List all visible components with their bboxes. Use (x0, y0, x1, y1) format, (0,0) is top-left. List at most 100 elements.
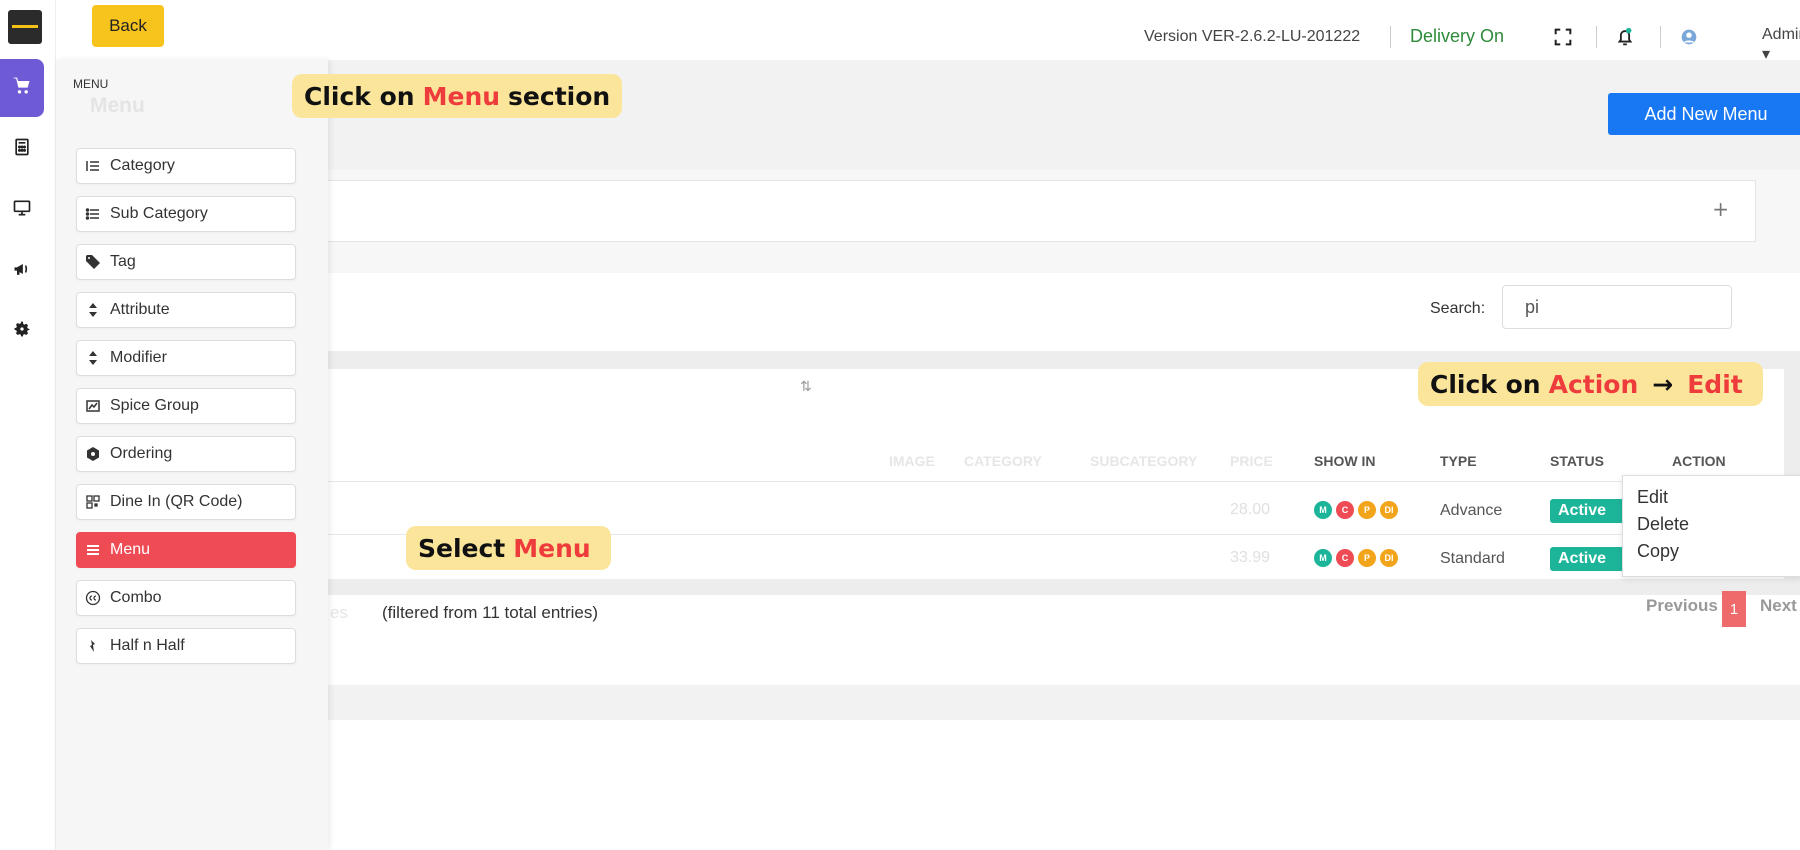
action-delete[interactable]: Delete (1623, 511, 1800, 538)
divider (1390, 26, 1391, 48)
callout-action-edit: Click on Action → Edit (1418, 362, 1763, 406)
column-header[interactable]: SUBCATEGORY (1090, 453, 1197, 469)
price-cell: 33.99 (1230, 549, 1271, 566)
show-in-badge: C (1336, 549, 1354, 567)
version-label: Version VER-2.6.2-LU-201222 (1144, 28, 1361, 45)
admin-label: Admin (1762, 26, 1800, 43)
submenu-label: Ordering (110, 445, 173, 462)
divider (1596, 26, 1597, 48)
pager-next[interactable]: Next (1760, 596, 1797, 616)
rail-cart[interactable] (0, 59, 44, 117)
monitor-icon (12, 198, 32, 222)
cart-icon (12, 76, 32, 100)
action-copy[interactable]: Copy (1623, 538, 1800, 565)
pager-page[interactable]: 1 (1722, 591, 1746, 627)
sort-icon[interactable]: ⇅ (800, 379, 812, 395)
menu-submenu-panel: MENU Menu Category Sub Category Tag Attr… (56, 60, 328, 850)
show-in-badge: P (1358, 501, 1376, 519)
submenu-item-tag[interactable]: Tag (76, 244, 296, 280)
show-in-badge: DI (1380, 501, 1398, 519)
show-in-badge: P (1358, 549, 1376, 567)
rail-settings[interactable] (0, 302, 44, 360)
action-edit[interactable]: Edit (1623, 484, 1800, 511)
panel-heading: MENU (73, 77, 109, 91)
icon-rail (0, 0, 56, 850)
top-bar: Back Version VER-2.6.2-LU-201222 Deliver… (56, 0, 1800, 63)
price-cell: 28.00 (1230, 501, 1271, 518)
column-header[interactable]: STATUS (1550, 453, 1604, 469)
submenu-label: Dine In (QR Code) (110, 493, 243, 510)
show-in-badge: C (1336, 501, 1354, 519)
submenu-item-modifier[interactable]: Modifier (76, 340, 296, 376)
callout-text: Select (418, 533, 506, 563)
filter-accordion[interactable]: + (326, 180, 1756, 242)
show-in-badges: M C P DI (1314, 549, 1398, 567)
divider (1660, 26, 1661, 48)
action-dropdown: Edit Delete Copy (1622, 475, 1800, 577)
submenu-item-sub-category[interactable]: Sub Category (76, 196, 296, 232)
column-header[interactable]: SHOW IN (1314, 453, 1375, 469)
fullscreen-icon[interactable] (1552, 26, 1574, 48)
submenu-item-category[interactable]: Category (76, 148, 296, 184)
column-header[interactable]: IMAGE (889, 453, 935, 469)
submenu-item-half-n-half[interactable]: Half n Half (76, 628, 296, 664)
hamburger-icon (85, 542, 101, 558)
submenu-label: Spice Group (110, 397, 199, 414)
subcategory-list-icon (85, 206, 101, 222)
calculator-icon (12, 137, 32, 161)
qr-code-icon (85, 494, 101, 510)
avatar-icon[interactable] (1678, 26, 1700, 48)
delivery-status[interactable]: Delivery On (1410, 26, 1504, 47)
submenu-item-combo[interactable]: Combo (76, 580, 296, 616)
admin-menu[interactable]: Admin ▾ (1762, 26, 1800, 64)
rail-calculator[interactable] (0, 120, 44, 178)
type-cell: Advance (1440, 502, 1503, 519)
submenu-label: Combo (110, 589, 162, 606)
sort-icon (85, 302, 101, 318)
show-in-badge: M (1314, 501, 1332, 519)
callout-highlight: Menu (422, 81, 501, 111)
spice-icon (85, 398, 101, 414)
submenu-item-menu[interactable]: Menu (76, 532, 296, 568)
panel-ghost-title: Menu (90, 94, 145, 117)
table-info: (filtered from 11 total entries) (382, 603, 599, 622)
callout-highlight: Action (1548, 369, 1639, 399)
back-button[interactable]: Back (92, 5, 164, 47)
showing-prefix: es (330, 603, 348, 622)
tag-icon (85, 254, 101, 270)
combo-icon (85, 590, 101, 606)
add-new-menu-button[interactable]: Add New Menu (1608, 93, 1800, 135)
type-cell: Standard (1440, 550, 1505, 567)
plus-icon[interactable]: + (1712, 197, 1729, 221)
submenu-item-attribute[interactable]: Attribute (76, 292, 296, 328)
callout-highlight: Edit (1687, 369, 1743, 399)
callout-menu-section: Click on Menu section (292, 74, 623, 118)
callout-text: Click on (304, 81, 415, 111)
gear-icon (12, 319, 32, 343)
bell-icon[interactable] (1614, 26, 1636, 48)
submenu-label: Attribute (110, 301, 170, 318)
rail-monitor[interactable] (0, 181, 44, 239)
column-header[interactable]: ACTION (1672, 453, 1726, 469)
search-input[interactable] (1502, 285, 1732, 329)
submenu-label: Category (110, 157, 175, 174)
submenu-item-spice-group[interactable]: Spice Group (76, 388, 296, 424)
submenu-label: Modifier (110, 349, 167, 366)
category-list-icon (85, 158, 101, 174)
rail-megaphone[interactable] (0, 242, 44, 300)
submenu-label: Menu (110, 541, 151, 558)
callout-select-menu: Select Menu (406, 526, 611, 570)
arrow-right-icon: → (1652, 369, 1674, 399)
column-header[interactable]: TYPE (1440, 453, 1477, 469)
column-header[interactable]: PRICE (1230, 453, 1273, 469)
column-header[interactable]: CATEGORY (964, 453, 1042, 469)
submenu-item-ordering[interactable]: Ordering (76, 436, 296, 472)
submenu-label: Half n Half (110, 637, 185, 654)
show-in-badges: M C P DI (1314, 501, 1398, 519)
search-label: Search: (1430, 300, 1486, 317)
megaphone-icon (12, 259, 32, 283)
status-badge[interactable]: Active (1550, 547, 1628, 571)
status-badge[interactable]: Active (1550, 499, 1628, 523)
pager-previous[interactable]: Previous (1646, 596, 1718, 616)
submenu-item-dine-in[interactable]: Dine In (QR Code) (76, 484, 296, 520)
